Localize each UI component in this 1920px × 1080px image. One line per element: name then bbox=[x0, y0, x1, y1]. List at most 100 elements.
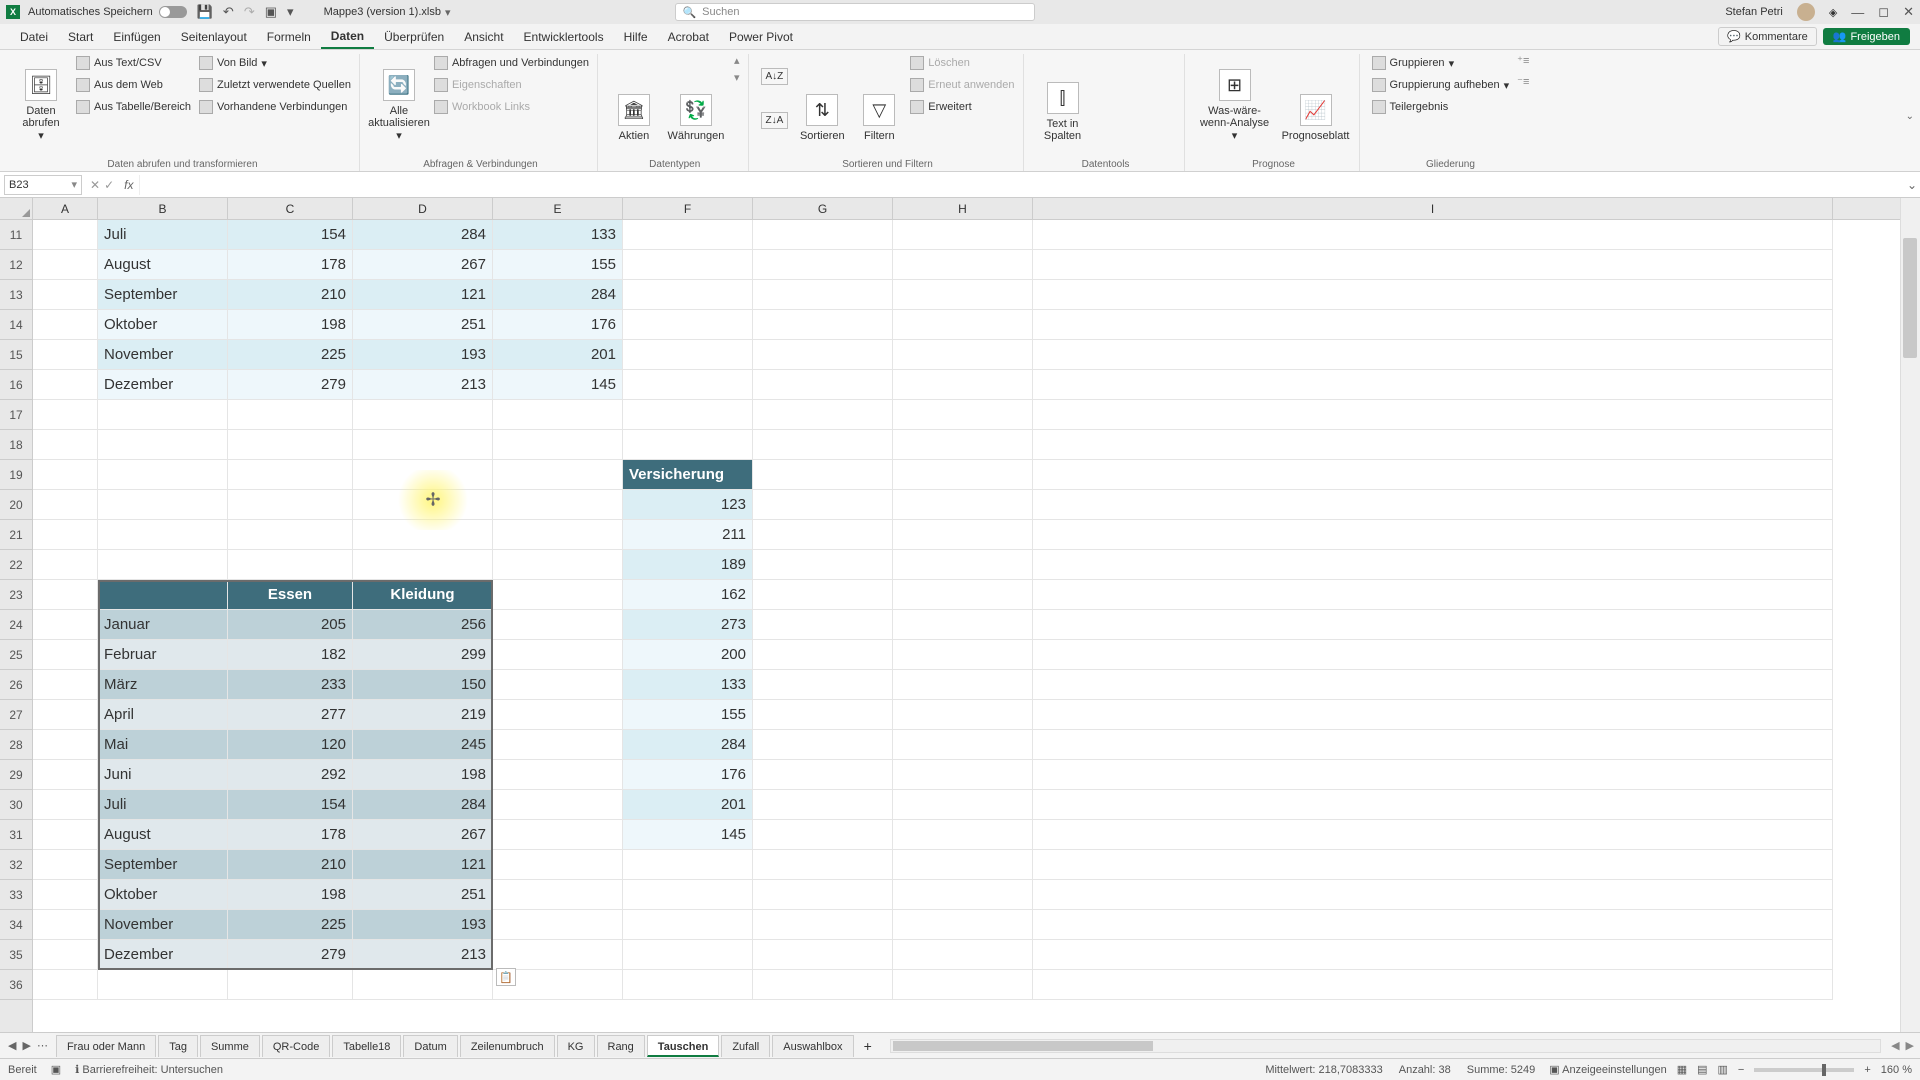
sheet-tab-tag[interactable]: Tag bbox=[158, 1035, 198, 1057]
cell[interactable]: 145 bbox=[623, 820, 753, 850]
cell[interactable]: 267 bbox=[353, 250, 493, 280]
cell[interactable] bbox=[623, 910, 753, 940]
cell[interactable]: 284 bbox=[493, 280, 623, 310]
cell[interactable] bbox=[228, 550, 353, 580]
cell[interactable] bbox=[1033, 700, 1833, 730]
row-header-27[interactable]: 27 bbox=[0, 700, 32, 730]
tab-ansicht[interactable]: Ansicht bbox=[454, 24, 513, 49]
fx-icon[interactable]: fx bbox=[118, 178, 139, 192]
sheet-tab-tabelle18[interactable]: Tabelle18 bbox=[332, 1035, 401, 1057]
cell[interactable] bbox=[893, 400, 1033, 430]
tab-entwicklertools[interactable]: Entwicklertools bbox=[514, 24, 614, 49]
cell[interactable]: Dezember bbox=[98, 370, 228, 400]
cell[interactable]: 267 bbox=[353, 820, 493, 850]
cell[interactable]: Juni bbox=[98, 760, 228, 790]
undo-icon[interactable]: ↶ bbox=[223, 4, 234, 20]
paste-options-button[interactable]: 📋 bbox=[496, 968, 516, 986]
cell[interactable] bbox=[33, 940, 98, 970]
consolidate-icon[interactable] bbox=[1154, 54, 1176, 76]
display-settings-button[interactable]: ▣ Anzeigeeinstellungen bbox=[1549, 1063, 1666, 1076]
cell[interactable] bbox=[893, 820, 1033, 850]
cell[interactable] bbox=[493, 610, 623, 640]
col-header-E[interactable]: E bbox=[493, 198, 623, 219]
cell[interactable]: 225 bbox=[228, 340, 353, 370]
sheet-next-icon[interactable]: ▶ bbox=[22, 1039, 30, 1052]
cell[interactable]: 121 bbox=[353, 850, 493, 880]
cell[interactable] bbox=[753, 700, 893, 730]
cell[interactable] bbox=[493, 940, 623, 970]
close-icon[interactable]: ✕ bbox=[1903, 4, 1914, 20]
cell[interactable]: 178 bbox=[228, 820, 353, 850]
cell[interactable]: 210 bbox=[228, 280, 353, 310]
cell[interactable] bbox=[893, 550, 1033, 580]
row-header-20[interactable]: 20 bbox=[0, 490, 32, 520]
cell[interactable] bbox=[33, 340, 98, 370]
cell[interactable] bbox=[893, 580, 1033, 610]
from-web-button[interactable]: Aus dem Web bbox=[76, 76, 191, 94]
col-header-A[interactable]: A bbox=[33, 198, 98, 219]
cell[interactable] bbox=[893, 640, 1033, 670]
manage-model-icon[interactable] bbox=[1154, 82, 1176, 104]
cell[interactable] bbox=[753, 970, 893, 1000]
cell[interactable] bbox=[33, 580, 98, 610]
cell[interactable]: 284 bbox=[353, 220, 493, 250]
cell[interactable] bbox=[893, 220, 1033, 250]
cell[interactable] bbox=[228, 490, 353, 520]
row-header-11[interactable]: 11 bbox=[0, 220, 32, 250]
cell[interactable]: Juli bbox=[98, 220, 228, 250]
cell[interactable] bbox=[623, 280, 753, 310]
cell[interactable]: 121 bbox=[353, 280, 493, 310]
cell[interactable] bbox=[33, 880, 98, 910]
whatif-button[interactable]: ⊞Was-wäre-wenn-Analyse▾ bbox=[1197, 54, 1273, 142]
row-header-32[interactable]: 32 bbox=[0, 850, 32, 880]
cell[interactable] bbox=[753, 520, 893, 550]
cell[interactable] bbox=[893, 250, 1033, 280]
cell[interactable]: 277 bbox=[228, 700, 353, 730]
cell[interactable]: 120 bbox=[228, 730, 353, 760]
tab-power pivot[interactable]: Power Pivot bbox=[719, 24, 803, 49]
view-pagebreak-icon[interactable]: ▥ bbox=[1718, 1063, 1728, 1076]
cell[interactable]: März bbox=[98, 670, 228, 700]
tab-datei[interactable]: Datei bbox=[10, 24, 58, 49]
tab-start[interactable]: Start bbox=[58, 24, 103, 49]
cell[interactable] bbox=[893, 370, 1033, 400]
col-header-C[interactable]: C bbox=[228, 198, 353, 219]
cell[interactable]: 213 bbox=[353, 370, 493, 400]
cell[interactable] bbox=[493, 850, 623, 880]
row-header-30[interactable]: 30 bbox=[0, 790, 32, 820]
sheet-tab-frau-oder-mann[interactable]: Frau oder Mann bbox=[56, 1035, 156, 1057]
cell[interactable] bbox=[623, 370, 753, 400]
cell[interactable]: 154 bbox=[228, 220, 353, 250]
cell[interactable] bbox=[353, 550, 493, 580]
cell[interactable]: 193 bbox=[353, 910, 493, 940]
expand-formula-icon[interactable]: ⌄ bbox=[1904, 178, 1920, 192]
cell[interactable] bbox=[893, 430, 1033, 460]
cell[interactable] bbox=[493, 910, 623, 940]
get-data-button[interactable]: 🗄Daten abrufen▾ bbox=[14, 54, 68, 142]
cells-area[interactable]: Juli154284133August178267155September210… bbox=[33, 220, 1900, 1032]
cell[interactable]: 123 bbox=[623, 490, 753, 520]
cell[interactable] bbox=[353, 490, 493, 520]
ungroup-button[interactable]: Gruppierung aufheben ▾ bbox=[1372, 76, 1510, 94]
cell[interactable]: Juli bbox=[98, 790, 228, 820]
existing-connections-button[interactable]: Vorhandene Verbindungen bbox=[199, 98, 351, 116]
cell[interactable] bbox=[893, 880, 1033, 910]
cell[interactable] bbox=[893, 340, 1033, 370]
cell[interactable] bbox=[753, 880, 893, 910]
row-header-21[interactable]: 21 bbox=[0, 520, 32, 550]
cell[interactable] bbox=[1033, 610, 1833, 640]
cell[interactable] bbox=[753, 550, 893, 580]
formula-input[interactable] bbox=[139, 175, 1904, 195]
show-detail-icon[interactable]: ⁺≡ bbox=[1517, 54, 1529, 67]
stocks-button[interactable]: 🏛Aktien bbox=[610, 54, 658, 142]
cell[interactable] bbox=[753, 310, 893, 340]
tab-überprüfen[interactable]: Überprüfen bbox=[374, 24, 454, 49]
view-normal-icon[interactable]: ▦ bbox=[1677, 1063, 1687, 1076]
row-header-31[interactable]: 31 bbox=[0, 820, 32, 850]
cell[interactable]: 178 bbox=[228, 250, 353, 280]
cell[interactable] bbox=[493, 580, 623, 610]
row-header-14[interactable]: 14 bbox=[0, 310, 32, 340]
cell[interactable] bbox=[353, 460, 493, 490]
cell[interactable] bbox=[33, 430, 98, 460]
zoom-knob[interactable] bbox=[1822, 1064, 1826, 1076]
